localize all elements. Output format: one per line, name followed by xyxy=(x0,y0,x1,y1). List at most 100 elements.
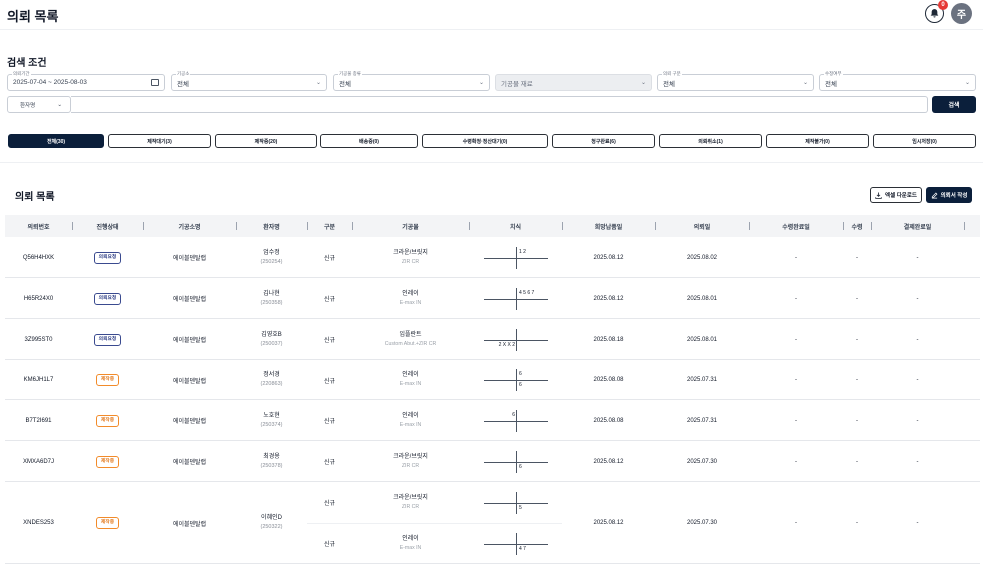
column-separator xyxy=(143,222,144,230)
status-tab[interactable]: 청구완료(6) xyxy=(552,134,655,148)
calendar-icon[interactable] xyxy=(151,79,159,86)
clinic-name: 에이블덴탈랩 xyxy=(172,256,207,262)
clinic-label: 기공소 xyxy=(176,71,191,77)
patient-cell: 노호현 (250374) xyxy=(236,400,307,441)
tooth-chart: 6 xyxy=(484,409,548,432)
column-separator xyxy=(749,222,750,230)
clinic-name: 에이블덴탈랩 xyxy=(172,378,207,385)
column-separator xyxy=(562,222,563,230)
write-order-label: 의뢰서 작성 xyxy=(940,193,968,199)
material-cell: 크라운/브릿지 ZIR CR xyxy=(352,441,469,482)
chevron-down-icon: ⌄ xyxy=(478,80,484,86)
material-type-value: 전체 xyxy=(339,80,351,88)
list-title: 의뢰 목록 xyxy=(15,192,55,203)
patient-number: (250358) xyxy=(260,299,283,306)
order-number: KM6JH1L7 xyxy=(23,377,54,383)
write-order-button[interactable]: 의뢰서 작성 xyxy=(926,187,972,203)
tooth-number: 4 7 xyxy=(519,545,526,552)
column-header[interactable]: 환자명 xyxy=(236,215,307,237)
tooth-number: 1 2 xyxy=(519,248,526,255)
table-row[interactable]: 3Z995ST0 의뢰요청 에이블덴탈랩 김영호B (250037) 신규 임플란트 Cust… xyxy=(5,319,980,360)
status-tab[interactable]: 제작불가(0) xyxy=(766,134,869,148)
table-row[interactable]: XMXA6D7J 제작중 에이블덴탈랩 최경용 (250378) 신규 크라운/브릿지 ZIR… xyxy=(5,441,980,482)
status-badge: 의뢰요청 xyxy=(93,333,122,346)
chevron-down-icon: ⌄ xyxy=(802,80,808,86)
order-type-select[interactable]: 의뢰 구분 전체 ⌄ xyxy=(657,71,814,91)
page-title: 의뢰 목록 xyxy=(7,9,59,24)
material-select: 기공물 재료 ⌄ xyxy=(495,74,652,91)
due-date: 2025.08.08 xyxy=(593,417,624,424)
tooth-number: 6 xyxy=(519,371,522,377)
column-header[interactable]: 치식 xyxy=(469,215,562,237)
material-cell: 인레이 E-max IN xyxy=(352,360,469,400)
tooth-chart: 4 5 6 7 xyxy=(484,287,548,310)
column-header[interactable]: 진행상태 xyxy=(72,215,143,237)
table-row[interactable]: Q56H4HXK 의뢰요청 에이블덴탈랩 엄수정 (250254) 신규 크라운/브릿지 ZI… xyxy=(5,237,980,278)
patient-search-input[interactable] xyxy=(71,96,928,113)
material-cell: 인레이 E-max IN xyxy=(352,278,469,319)
tooth-chart-vertical xyxy=(516,328,517,351)
order-date: 2025.07.30 xyxy=(686,520,718,526)
material-name: 임플란트 xyxy=(399,331,422,338)
chevron-down-icon: ⌄ xyxy=(315,80,321,86)
column-header[interactable]: 수령 xyxy=(843,215,871,237)
patient-search-type-value: 환자명 xyxy=(20,102,36,109)
paid-date: - xyxy=(916,295,919,302)
material-name: 인레이 xyxy=(402,372,419,378)
tooth-chart: 2 X X 2 xyxy=(484,328,548,351)
period-field[interactable]: 의뢰기간 2025-07-04 ~ 2025-08-03 xyxy=(7,71,165,91)
order-number: XNDES253 xyxy=(23,520,54,526)
order-number: 3Z995ST0 xyxy=(24,336,53,343)
column-header[interactable]: 의뢰번호 xyxy=(5,215,72,237)
status-tab[interactable]: 의뢰취소(1) xyxy=(659,134,762,148)
tooth-chart-vertical xyxy=(516,287,517,310)
column-header[interactable]: 의뢰일 xyxy=(655,215,749,237)
clinic-value: 전체 xyxy=(177,80,189,88)
status-tab[interactable]: 수령확정·정산대기(0) xyxy=(422,134,548,148)
patient-name: 이혜인D xyxy=(261,515,282,521)
paid-date: - xyxy=(916,520,919,526)
column-header[interactable]: 희망납품일 xyxy=(562,215,655,237)
column-header[interactable]: 결제완료일 xyxy=(871,215,964,237)
tooth-chart-vertical xyxy=(516,532,517,555)
column-header[interactable]: 수령완료일 xyxy=(749,215,843,237)
tooth-chart-vertical xyxy=(516,491,517,514)
patient-name: 김나현 xyxy=(263,290,280,297)
material-name: 인레이 xyxy=(402,290,419,297)
column-header[interactable]: 구분 xyxy=(307,215,352,237)
column-header[interactable]: 기공소명 xyxy=(143,215,236,237)
material-detail: Custom Abut.+ZIR CR xyxy=(384,340,437,347)
excel-download-button[interactable]: 엑셀 다운로드 xyxy=(870,187,922,203)
column-header[interactable]: 기공물 xyxy=(352,215,469,237)
status-tab[interactable]: 제작중(20) xyxy=(215,134,317,148)
table-row[interactable]: XNDES253 제작중 에이블덴탈랩 이혜인D (250322) 신규 크라운/브릿지 ZI… xyxy=(5,482,980,564)
search-button[interactable]: 검색 xyxy=(932,96,976,113)
order-type: 신규 xyxy=(323,256,336,262)
table-row[interactable]: KM6JH1L7 제작중 에이블덴탈랩 정서경 (220863) 신규 인레이 E-max I… xyxy=(5,360,980,400)
chevron-down-icon: ⌄ xyxy=(640,80,646,86)
top-bar: 의뢰 목록 0 주 xyxy=(0,0,983,30)
table-header: 의뢰번호 진행상태 기공소명 환자명 구분 기공물 치식 희망납품일 의뢰일 수령완료일 수령 결제완… xyxy=(5,215,980,237)
order-number: XMXA6D7J xyxy=(22,458,54,465)
chevron-down-icon: ⌄ xyxy=(57,101,62,108)
table-row[interactable]: H65R24X0 의뢰요청 에이블덴탈랩 김나현 (250358) 신규 인레이 E-max … xyxy=(5,278,980,319)
clinic-select[interactable]: 기공소 전체 ⌄ xyxy=(171,71,327,91)
revision-select[interactable]: 수정여부 전체 ⌄ xyxy=(819,71,976,91)
patient-name: 엄수정 xyxy=(263,249,280,256)
material-detail: E-max IN xyxy=(399,299,422,306)
material-type-select[interactable]: 기공물 종류 전체 ⌄ xyxy=(333,71,490,91)
patient-search-type-select[interactable]: 환자명 ⌄ xyxy=(7,96,71,113)
patient-number: (250037) xyxy=(260,340,283,347)
order-type: 신규 xyxy=(323,338,336,344)
status-tab[interactable]: 전체(30) xyxy=(8,134,104,148)
column-separator xyxy=(307,222,308,230)
status-tab[interactable]: 제작대기(3) xyxy=(108,134,211,148)
patient-cell: 엄수정 (250254) xyxy=(236,237,307,278)
clinic-name: 에이블덴탈랩 xyxy=(172,338,207,344)
status-tab[interactable]: 배송중(0) xyxy=(320,134,418,148)
user-avatar[interactable]: 주 xyxy=(951,3,972,24)
patient-number: (250378) xyxy=(260,462,283,469)
table-row[interactable]: B7T2I691 제작중 에이블덴탈랩 노호현 (250374) 신규 인레이 E-max I… xyxy=(5,400,980,441)
material-detail: ZIR CR xyxy=(401,462,420,469)
status-tab[interactable]: 임시저장(0) xyxy=(873,134,976,148)
